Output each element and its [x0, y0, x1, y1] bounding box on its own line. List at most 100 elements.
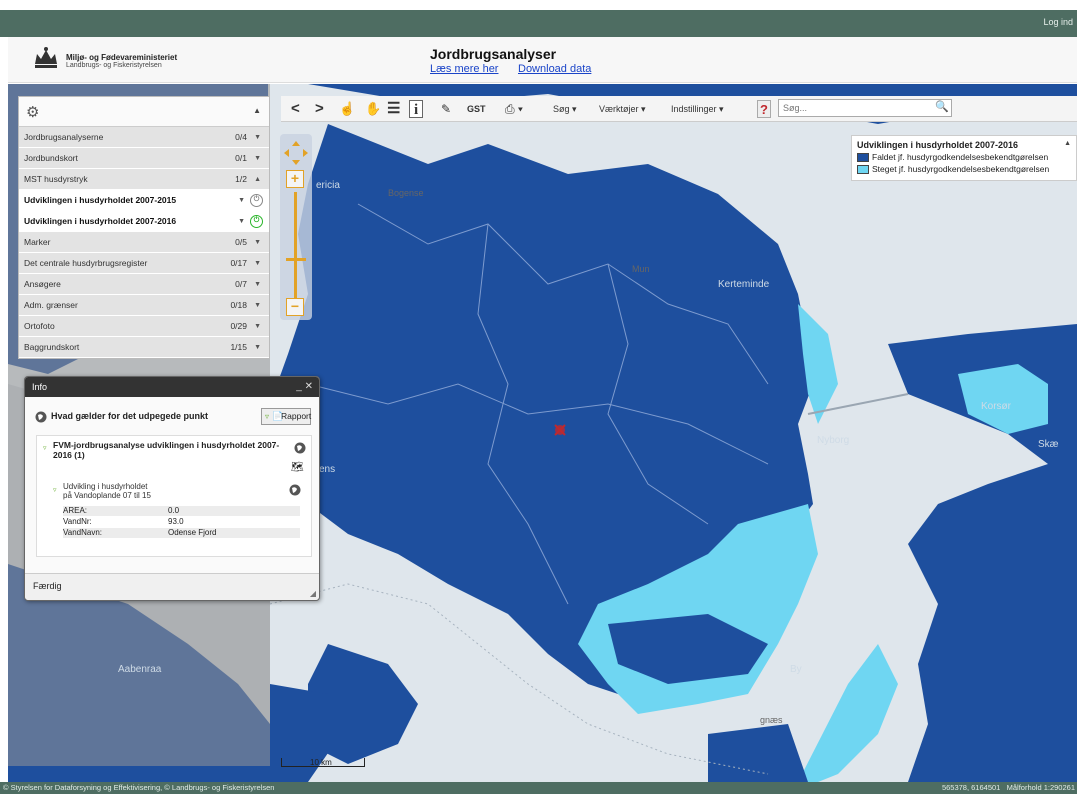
legend-swatch — [857, 153, 869, 163]
place-label: Nyborg — [817, 435, 850, 446]
layer-item-count: 0/17 — [230, 258, 247, 268]
place-label: Skæ — [1038, 439, 1059, 450]
layer-item-label: Udviklingen i husdyrholdet 2007-2015 — [24, 195, 177, 205]
result-box: ▿ FVM-jordbrugsanalyse udviklingen i hus… — [36, 435, 312, 557]
back-icon[interactable]: < — [291, 100, 300, 118]
info-window: Info _ ✕ Hvad gælder for det udpegede pu… — [24, 376, 320, 601]
print-icon[interactable]: ⎙ ▾ — [505, 100, 523, 118]
power-toggle-icon[interactable]: ⏻ — [250, 194, 263, 207]
pan-hand-icon[interactable]: ☝ — [339, 100, 355, 118]
chevron-down-icon[interactable]: ▼ — [254, 127, 261, 148]
info-icon[interactable]: i — [409, 100, 424, 118]
layer-item[interactable]: Ansøgere 0/7 ▼ — [19, 274, 269, 295]
selected-point-marker — [554, 424, 566, 436]
legend-entry: Faldet jf. husdyrgodkendelsesbekendtgøre… — [857, 152, 1071, 163]
place-label: ericia — [316, 180, 340, 191]
layer-item[interactable]: Adm. grænser 0/18 ▼ — [19, 295, 269, 316]
minimize-close-icon[interactable]: _ ✕ — [296, 377, 313, 397]
info-window-titlebar[interactable]: Info _ ✕ — [25, 377, 319, 397]
chevron-down-icon[interactable]: ▼ — [254, 337, 261, 358]
globe-icon[interactable] — [294, 442, 306, 454]
legend-panel: Udviklingen i husdyrholdet 2007-2016 ▲ F… — [851, 135, 1077, 181]
forward-icon[interactable]: > — [315, 100, 324, 118]
layer-item-label: Udviklingen i husdyrholdet 2007-2016 — [24, 216, 177, 226]
chevron-down-icon[interactable]: ▼ — [254, 148, 261, 169]
ministry-name: Miljø- og Fødevareministeriet — [66, 53, 178, 62]
report-button[interactable]: ▿ 📄 Rapport — [261, 408, 311, 425]
chevron-down-icon[interactable]: ▼ — [254, 316, 261, 337]
map-thumbnail-icon[interactable]: 🗺 — [291, 462, 304, 473]
layer-item-label: Baggrundskort — [24, 342, 80, 352]
layer-item[interactable]: MST husdyrstryk 1/2 ▲ — [19, 169, 269, 190]
collapse-caret-icon[interactable]: ▲ — [1064, 140, 1071, 147]
place-label: Aabenraa — [118, 664, 162, 675]
search-input[interactable] — [778, 99, 952, 117]
sublayer-title: Udvikling i husdyrholdet på Vandoplande … — [63, 482, 151, 500]
chevron-down-icon[interactable]: ▼ — [254, 232, 261, 253]
layer-item[interactable]: Baggrundskort 1/15 ▼ — [19, 337, 269, 358]
search-menu[interactable]: Søg ▾ — [553, 100, 577, 118]
chevron-down-icon[interactable]: ▼ — [254, 295, 261, 316]
resize-grip-icon[interactable]: ◢ — [310, 589, 316, 598]
layer-item[interactable]: Udviklingen i husdyrholdet 2007-2015 ⏻ ▼ — [19, 190, 269, 211]
chevron-down-icon[interactable]: ▼ — [254, 274, 261, 295]
info-question: Hvad gælder for det udpegede punkt — [51, 411, 209, 421]
power-toggle-icon[interactable]: ⏻ — [250, 215, 263, 228]
attribute-row: AREA: 0.0 — [63, 506, 300, 516]
chevron-down-icon[interactable]: ▼ — [238, 211, 245, 232]
help-icon[interactable]: ? — [757, 100, 771, 118]
attribute-row: VandNr: 93.0 — [63, 517, 184, 526]
zoom-in-button[interactable]: + — [286, 170, 304, 188]
pan-arrows-icon[interactable] — [283, 140, 309, 166]
report-label: Rapport — [281, 411, 312, 421]
gst-menu[interactable]: GST — [467, 100, 486, 118]
expand-triangle-icon[interactable]: ▿ — [53, 486, 57, 494]
zoom-slider-handle[interactable] — [286, 258, 306, 261]
login-link[interactable]: Log ind — [1043, 17, 1073, 27]
identify-icon[interactable]: ✋ — [365, 100, 381, 118]
result-title: FVM-jordbrugsanalyse udviklingen i husdy… — [53, 440, 280, 460]
document-icon: 📄 — [272, 411, 284, 421]
layer-item-label: Marker — [24, 237, 51, 247]
layer-item-label: Det centrale husdyrbrugsregister — [24, 258, 148, 268]
layer-item-count: 0/1 — [235, 153, 247, 163]
settings-menu[interactable]: Indstillinger ▾ — [671, 100, 724, 118]
globe-icon[interactable] — [289, 484, 301, 496]
layer-item[interactable]: Marker 0/5 ▼ — [19, 232, 269, 253]
layer-item-label: Adm. grænser — [24, 300, 78, 310]
layer-item-count: 0/29 — [230, 321, 247, 331]
place-label: Kerteminde — [718, 279, 770, 290]
gear-icon[interactable]: ⚙ — [26, 103, 39, 121]
zoom-slider-track[interactable] — [294, 192, 297, 298]
layer-item[interactable]: Ortofoto 0/29 ▼ — [19, 316, 269, 337]
download-data-link[interactable]: Download data — [518, 63, 591, 75]
layer-item-count: 1/15 — [230, 342, 247, 352]
app-header: Miljø- og Fødevareministeriet Landbrugs-… — [8, 37, 1077, 83]
copyright-text: © Styrelsen for Dataforsyning og Effekti… — [3, 783, 275, 792]
legend-title: Udviklingen i husdyrholdet 2007-2016 — [857, 140, 1019, 150]
layer-item[interactable]: Jordbundskort 0/1 ▼ — [19, 148, 269, 169]
done-status: Færdig — [33, 581, 62, 591]
collapse-caret-icon[interactable]: ▲ — [253, 106, 261, 115]
attribute-row: VandNavn: Odense Fjord — [63, 528, 300, 538]
layer-item[interactable]: Det centrale husdyrbrugsregister 0/17 ▼ — [19, 253, 269, 274]
map-toolbar: < > ☝ ✋ ☰ i ✎ GST ⎙ ▾ Søg ▾ Værktøjer ▾ … — [281, 96, 1077, 122]
chevron-down-icon[interactable]: ▼ — [254, 253, 261, 274]
chevron-up-icon[interactable]: ▲ — [254, 169, 261, 190]
layer-item[interactable]: Jordbrugsanalyserne 0/4 ▼ — [19, 127, 269, 148]
tools-menu[interactable]: Værktøjer ▾ — [599, 100, 646, 118]
measure-icon[interactable]: ✎ — [441, 100, 451, 118]
info-window-footer: Færdig ◢ — [25, 573, 319, 600]
list-icon[interactable]: ☰ — [387, 100, 400, 118]
globe-icon — [35, 411, 47, 423]
read-more-link[interactable]: Læs mere her — [430, 63, 498, 75]
zoom-out-button[interactable]: − — [286, 298, 304, 316]
search-icon[interactable]: 🔍 — [935, 100, 949, 113]
chevron-down-icon[interactable]: ▼ — [238, 190, 245, 211]
zoom-control: + − — [280, 134, 312, 320]
place-label: Mun — [632, 264, 650, 274]
layer-item[interactable]: Udviklingen i husdyrholdet 2007-2016 ⏻ ▼ — [19, 211, 269, 232]
place-label: gnæs — [760, 715, 783, 725]
expand-triangle-icon[interactable]: ▿ — [43, 444, 47, 452]
legend-entry: Steget jf. husdyrgodkendelsesbekendtgøre… — [857, 164, 1071, 175]
